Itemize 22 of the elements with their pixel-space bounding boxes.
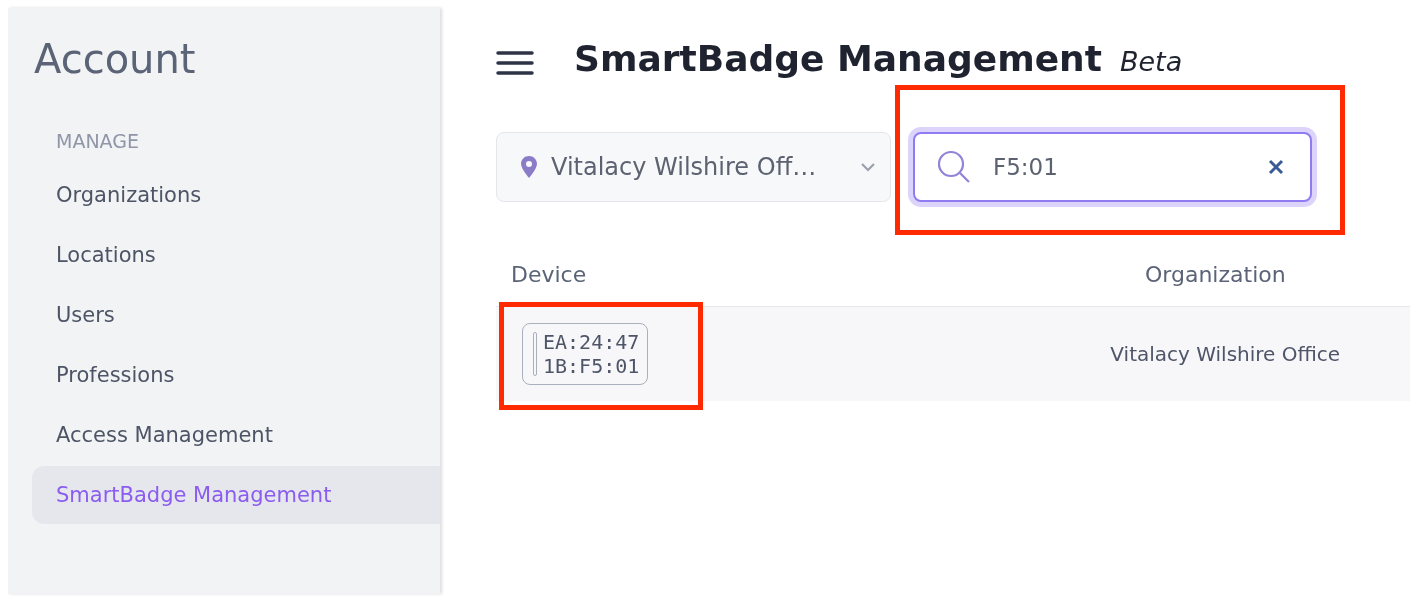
beta-label: Beta — [1119, 46, 1183, 77]
sidebar-title: Account — [34, 36, 197, 82]
clear-icon[interactable] — [1268, 159, 1284, 175]
table-row[interactable]: EA:24:47 1B:F5:01 Vitalacy Wilshire Office — [496, 306, 1410, 401]
search-input[interactable]: F5:01 — [991, 153, 1248, 181]
device-badge: EA:24:47 1B:F5:01 — [522, 323, 649, 385]
search-icon — [937, 150, 971, 184]
sidebar-item[interactable]: Locations — [32, 226, 440, 284]
table-cell: Vitalacy Wilshire Office — [1110, 342, 1341, 366]
page-title: SmartBadge Management — [574, 38, 1102, 79]
column-header: Device — [511, 262, 588, 289]
column-header: Organization — [1145, 262, 1286, 289]
sidebar-item[interactable]: SmartBadge Management — [32, 466, 440, 524]
chevron-down-icon — [860, 162, 876, 172]
sidebar-item[interactable]: Professions — [32, 346, 440, 404]
menu-icon[interactable] — [496, 50, 534, 76]
sidebar-item[interactable]: Users — [32, 286, 440, 344]
sidebar-item[interactable]: Access Management — [32, 406, 440, 464]
section-heading: MANAGE — [56, 130, 139, 152]
location-dropdown[interactable]: Vitalacy Wilshire Off… — [496, 132, 891, 202]
location-pin-icon — [521, 156, 537, 178]
sidebar-item[interactable]: Organizations — [32, 166, 440, 224]
